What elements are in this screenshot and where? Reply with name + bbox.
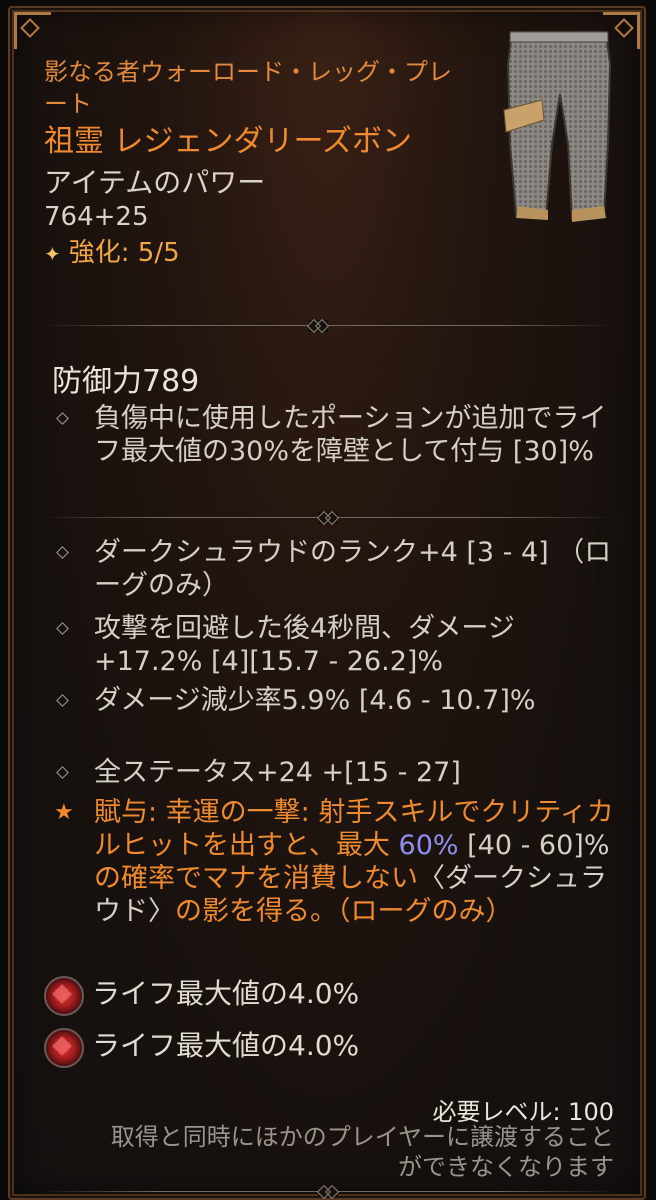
section-divider <box>40 512 616 524</box>
account-bound-notice: 取得と同時にほかのプレイヤーに譲渡することができなくなります <box>110 1123 614 1181</box>
affix-text: 全ステータス+24 +[15 - 27] <box>94 757 461 788</box>
legendary-text: の影を得る。（ローグのみ） <box>175 896 513 927</box>
affix-text: ダメージ減少率5.9% [4.6 - 10.7]% <box>94 685 536 716</box>
ruby-gem-icon <box>44 1028 84 1068</box>
legendary-prefix: 賦与: 幸運の一撃: 射手 <box>94 797 373 828</box>
legendary-range: [40 - 60]% <box>467 830 610 861</box>
affix: 攻撃を回避した後4秒間、ダメージ+17.2% [4][15.7 - 26.2]% <box>56 612 614 678</box>
affix: ダークシュラウドのランク+4 [3 - 4] （ローグのみ） <box>56 536 614 602</box>
upgrade-status: ✦ 強化: 5/5 <box>44 234 474 273</box>
frame-corner-ornament <box>14 12 51 49</box>
affix-text: ダークシュラウドのランク+4 [3 - 4] （ローグのみ） <box>94 537 612 601</box>
legendary-star-icon: ★ <box>54 800 74 825</box>
affix-text: 攻撃を回避した後4秒間、ダメージ+17.2% [4][15.7 - 26.2]% <box>94 613 515 677</box>
gem-socket: ライフ最大値の4.0% <box>44 1022 604 1068</box>
socket-bonus-text: ライフ最大値の4.0% <box>92 1029 360 1062</box>
implicit-affix-text: 負傷中に使用したポーションが追加でライフ最大値の30%を障壁として付与 [30]… <box>94 403 607 467</box>
affix: 全ステータス+24 +[15 - 27] <box>56 756 614 789</box>
implicit-affix: 負傷中に使用したポーションが追加でライフ最大値の30%を障壁として付与 [30]… <box>56 402 614 468</box>
item-rarity-type: 祖霊 レジェンダリーズボン <box>44 124 413 159</box>
item-power-label: アイテムのパワー <box>44 166 266 199</box>
item-header: 影なる者ウォーロード・レッグ・プレート 祖霊 レジェンダリーズボン アイテムのパ… <box>44 56 474 273</box>
item-power-value: 764+25 <box>44 202 149 232</box>
affix: ダメージ減少率5.9% [4.6 - 10.7]% <box>56 684 614 717</box>
gem-socket: ライフ最大値の4.0% <box>44 970 604 1016</box>
legendary-aspect: ★ 賦与: 幸運の一撃: 射手スキルでクリティカルヒットを出すと、最大 60% … <box>54 796 614 928</box>
upgrade-text: 強化: 5/5 <box>68 238 180 268</box>
ruby-gem-icon <box>44 976 84 1016</box>
armor-value: 防御力789 <box>52 364 200 399</box>
upgrade-star-icon: ✦ <box>44 242 61 266</box>
leg-plate-icon <box>503 31 612 222</box>
socket-bonus-text: ライフ最大値の4.0% <box>92 977 360 1010</box>
section-divider <box>40 320 616 332</box>
item-name: 影なる者ウォーロード・レッグ・プレート <box>44 58 452 118</box>
legendary-text: の確率でマナを消費しない <box>94 863 418 894</box>
section-divider <box>40 1186 616 1198</box>
legendary-value: 60% <box>398 830 459 861</box>
